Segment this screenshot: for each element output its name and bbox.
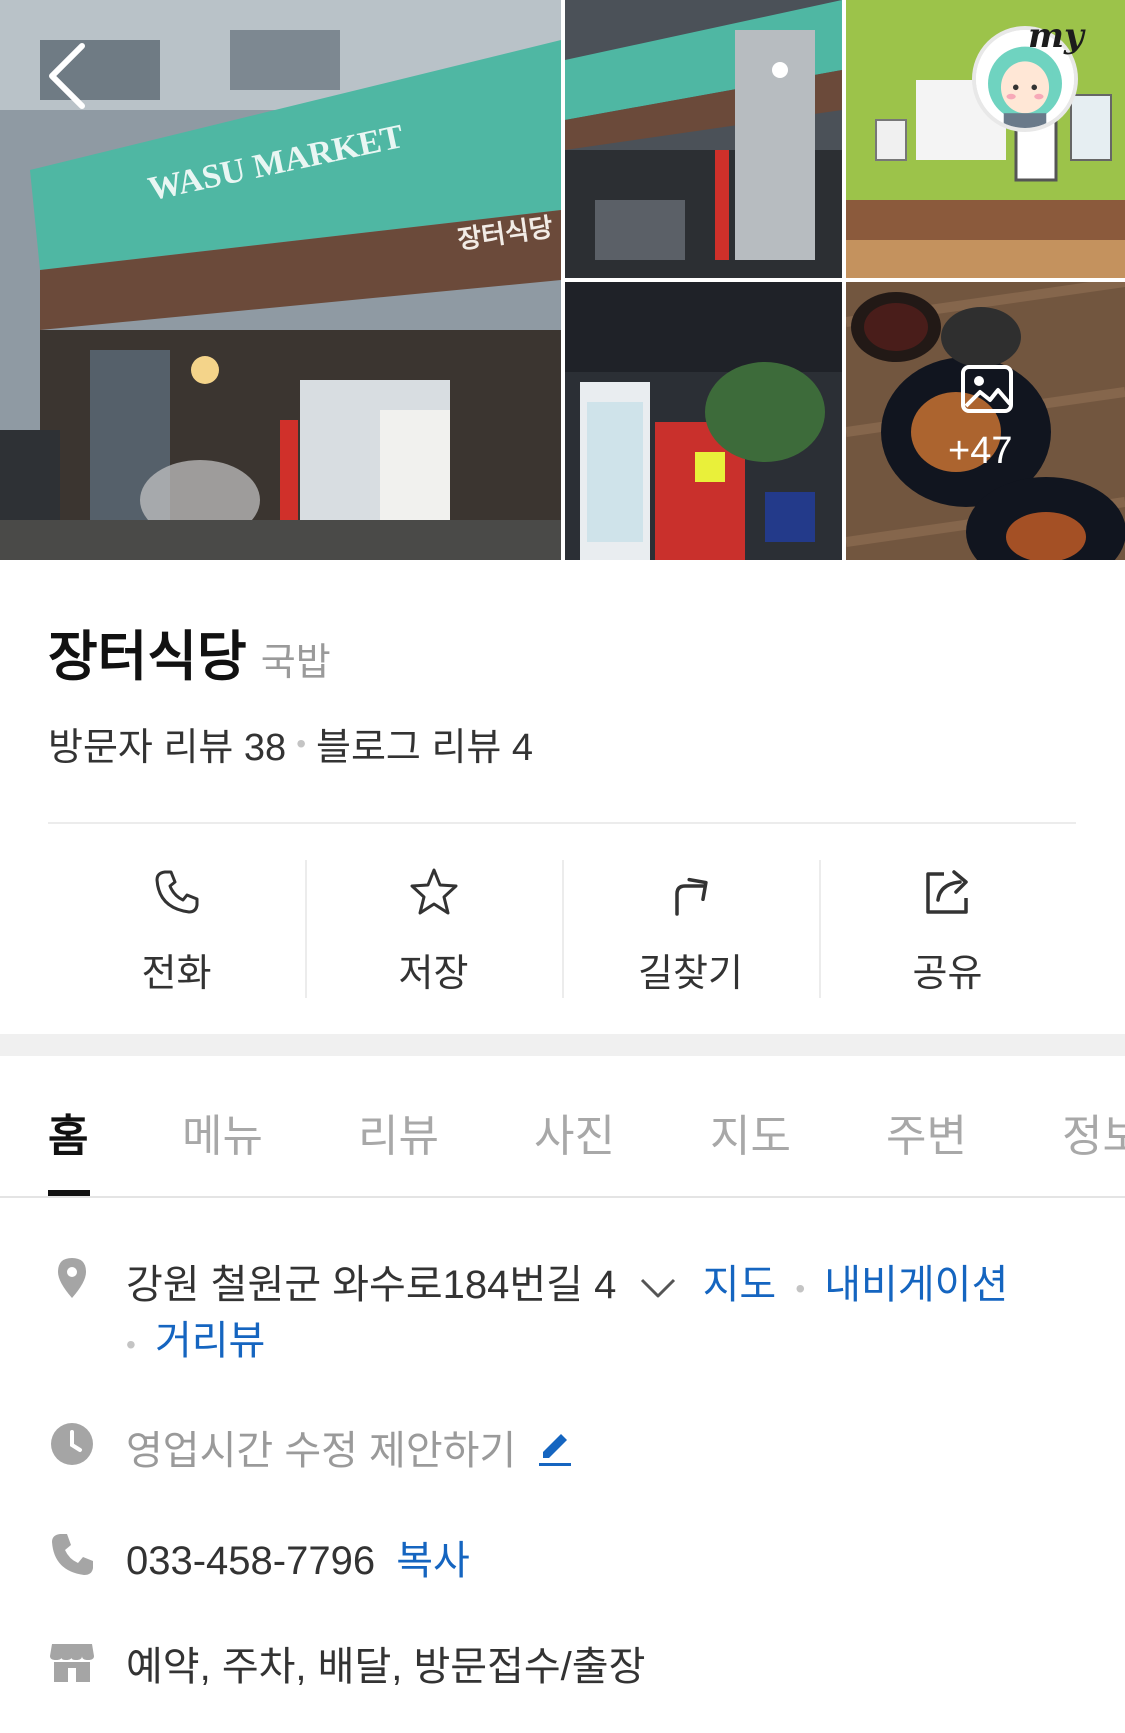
tab-map[interactable]: 지도	[710, 1100, 791, 1164]
tab-nearby[interactable]: 주변	[886, 1100, 967, 1164]
address-row: 강원 철원군 와수로184번길 4 지도 • 내비게이션 • 거리뷰	[48, 1252, 1078, 1372]
directions-icon	[674, 877, 708, 916]
call-button[interactable]: 전화	[48, 860, 305, 1000]
share-button[interactable]: 공유	[819, 860, 1076, 1000]
location-pin-icon	[58, 1258, 86, 1298]
divider	[48, 822, 1076, 824]
roadview-link[interactable]: 거리뷰	[155, 1319, 265, 1363]
phone-number[interactable]: 033-458-7796	[126, 1539, 375, 1583]
phone-line: 033-458-7796 복사	[126, 1528, 470, 1586]
action-bar: 전화 저장 길찾기 공유	[48, 860, 1076, 1000]
blog-review-link[interactable]: 블로그 리뷰 4	[316, 716, 533, 771]
gallery-icon	[961, 365, 1013, 413]
store-icon	[50, 1644, 94, 1682]
tab-bar: 홈 메뉴 리뷰 사진 지도 주변 정보	[0, 1056, 1125, 1198]
share-label: 공유	[912, 953, 983, 995]
tab-menu[interactable]: 메뉴	[182, 1100, 263, 1164]
clock-icon	[51, 1423, 93, 1465]
address-text: 강원 철원군 와수로184번길 4	[126, 1263, 617, 1307]
tab-photo[interactable]: 사진	[534, 1100, 615, 1164]
more-photos-count: +47	[948, 430, 1013, 472]
photo-thumbnail[interactable]	[565, 0, 842, 278]
more-photos-overlay[interactable]	[846, 282, 1125, 560]
phone-icon	[155, 870, 198, 914]
star-icon	[410, 868, 457, 915]
tab-info[interactable]: 정보	[1062, 1100, 1125, 1164]
call-label: 전화	[141, 953, 212, 995]
visitor-review-link[interactable]: 방문자 리뷰 38	[48, 716, 286, 771]
photo-thumbnail[interactable]	[565, 282, 842, 560]
active-tab-indicator	[48, 1190, 90, 1196]
place-category: 국밥	[260, 642, 331, 684]
phone-icon	[52, 1534, 93, 1575]
hours-suggest: 영업시간 수정 제안하기	[126, 1418, 575, 1478]
review-summary: 방문자 리뷰 38 • 블로그 리뷰 4	[48, 716, 533, 771]
address-line: 강원 철원군 와수로184번길 4 지도 • 내비게이션	[126, 1252, 1008, 1310]
address-line-2: • 거리뷰	[126, 1308, 265, 1366]
separator-dot: •	[126, 1329, 136, 1360]
my-label: my	[1028, 16, 1084, 56]
phone-row: 033-458-7796 복사	[48, 1528, 1078, 1588]
map-link[interactable]: 지도	[703, 1263, 777, 1307]
pencil-icon	[535, 1428, 575, 1478]
hours-row[interactable]: 영업시간 수정 제안하기	[48, 1418, 1078, 1478]
place-name: 장터식당	[48, 627, 247, 687]
copy-link[interactable]: 복사	[396, 1539, 470, 1583]
save-button[interactable]: 저장	[305, 860, 562, 1000]
tab-bar-border	[0, 1196, 1125, 1198]
section-gap	[0, 1034, 1125, 1056]
tab-home[interactable]: 홈	[48, 1100, 88, 1164]
navigation-link[interactable]: 내비게이션	[824, 1263, 1008, 1307]
services-row: 예약, 주차, 배달, 방문접수/출장	[48, 1634, 1078, 1694]
separator-dot: •	[296, 727, 306, 759]
chevron-down-icon[interactable]	[639, 1265, 677, 1310]
services-text: 예약, 주차, 배달, 방문접수/출장	[126, 1645, 646, 1689]
directions-button[interactable]: 길찾기	[562, 860, 819, 1000]
tab-review[interactable]: 리뷰	[358, 1100, 439, 1164]
directions-label: 길찾기	[638, 953, 743, 995]
back-chevron-icon[interactable]	[38, 36, 98, 116]
separator-dot: •	[795, 1273, 806, 1304]
save-label: 저장	[398, 953, 469, 995]
share-icon	[925, 870, 968, 914]
place-title-row: 장터식당 국밥	[48, 612, 331, 691]
hours-suggest-text: 영업시간 수정 제안하기	[126, 1429, 517, 1473]
